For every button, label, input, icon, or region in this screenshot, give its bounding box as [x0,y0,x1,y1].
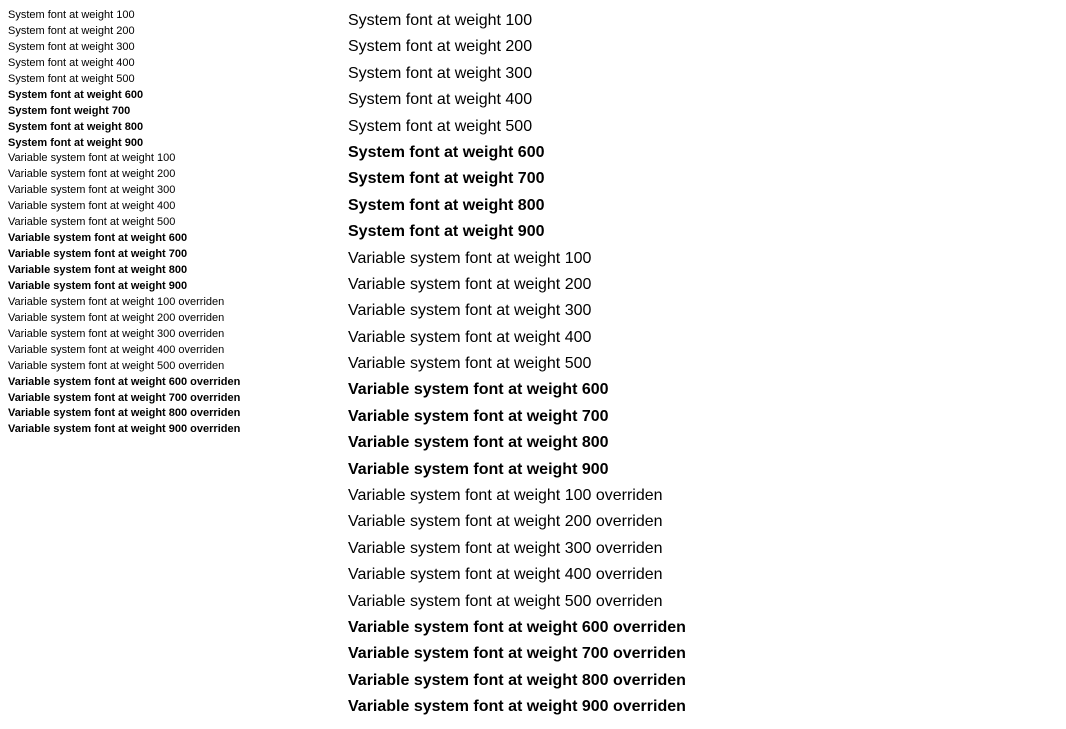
variable-font-overriden-line: Variable system font at weight 600 overr… [8,375,328,391]
variable-font-overriden-line: Variable system font at weight 900 overr… [348,694,1058,720]
variable-font-weight-line: Variable system font at weight 200 [348,272,1058,298]
variable-font-weight-line: Variable system font at weight 700 [8,247,328,263]
font-weight-line: System font at weight 100 [8,8,328,24]
variable-font-weight-line: Variable system font at weight 400 [8,199,328,215]
variable-font-weight-line: Variable system font at weight 800 [8,263,328,279]
font-weight-line: System font at weight 600 [348,140,1058,166]
font-weight-line: System font at weight 200 [8,24,328,40]
variable-font-overriden-line: Variable system font at weight 100 overr… [348,483,1058,509]
font-weight-line: System font weight 700 [8,104,328,120]
variable-font-weight-line: Variable system font at weight 600 [348,377,1058,403]
variable-font-overriden-line: Variable system font at weight 200 overr… [348,509,1058,535]
variable-font-overriden-line: Variable system font at weight 400 overr… [8,343,328,359]
variable-font-overriden-line: Variable system font at weight 400 overr… [348,562,1058,588]
variable-font-weight-line: Variable system font at weight 600 [8,231,328,247]
variable-font-weight-line: Variable system font at weight 400 [348,325,1058,351]
font-weight-line: System font at weight 200 [348,34,1058,60]
font-weight-line: System font at weight 800 [8,120,328,136]
left-column: System font at weight 100System font at … [8,8,328,721]
variable-font-overriden-line: Variable system font at weight 500 overr… [8,359,328,375]
variable-font-weight-line: Variable system font at weight 500 [348,351,1058,377]
variable-font-overriden-line: Variable system font at weight 800 overr… [8,406,328,422]
variable-font-weight-line: Variable system font at weight 700 [348,404,1058,430]
main-layout: System font at weight 100System font at … [8,8,1058,721]
font-weight-line: System font at weight 400 [8,56,328,72]
variable-font-weight-line: Variable system font at weight 300 [8,183,328,199]
variable-font-overriden-line: Variable system font at weight 900 overr… [8,422,328,438]
variable-font-overriden-line: Variable system font at weight 500 overr… [348,589,1058,615]
font-weight-line: System font at weight 700 [348,166,1058,192]
variable-font-weight-line: Variable system font at weight 800 [348,430,1058,456]
variable-font-overriden-line: Variable system font at weight 700 overr… [348,641,1058,667]
variable-font-overriden-line: Variable system font at weight 200 overr… [8,311,328,327]
variable-font-overriden-line: Variable system font at weight 700 overr… [8,391,328,407]
font-weight-line: System font at weight 100 [348,8,1058,34]
font-weight-line: System font at weight 800 [348,193,1058,219]
font-weight-line: System font at weight 300 [348,61,1058,87]
right-column: System font at weight 100System font at … [328,8,1058,721]
variable-font-weight-line: Variable system font at weight 500 [8,215,328,231]
variable-font-overriden-line: Variable system font at weight 800 overr… [348,668,1058,694]
font-weight-line: System font at weight 300 [8,40,328,56]
variable-font-overriden-line: Variable system font at weight 600 overr… [348,615,1058,641]
font-weight-line: System font at weight 400 [348,87,1058,113]
font-weight-line: System font at weight 900 [8,136,328,152]
variable-font-weight-line: Variable system font at weight 300 [348,298,1058,324]
variable-font-weight-line: Variable system font at weight 900 [348,457,1058,483]
font-weight-line: System font at weight 500 [348,114,1058,140]
font-weight-line: System font at weight 500 [8,72,328,88]
variable-font-weight-line: Variable system font at weight 200 [8,167,328,183]
variable-font-overriden-line: Variable system font at weight 300 overr… [8,327,328,343]
variable-font-weight-line: Variable system font at weight 900 [8,279,328,295]
font-weight-line: System font at weight 600 [8,88,328,104]
variable-font-weight-line: Variable system font at weight 100 [8,151,328,167]
variable-font-overriden-line: Variable system font at weight 300 overr… [348,536,1058,562]
variable-font-weight-line: Variable system font at weight 100 [348,246,1058,272]
font-weight-line: System font at weight 900 [348,219,1058,245]
variable-font-overriden-line: Variable system font at weight 100 overr… [8,295,328,311]
